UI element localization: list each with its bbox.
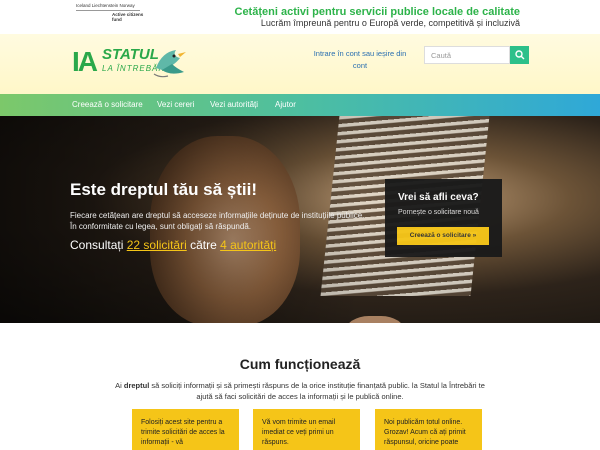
new-request-card: Vrei să afli ceva? Pornește o solicitare… — [385, 179, 502, 257]
site-header: IA STATUL LA ÎNTREBĂRI Intrare în cont s… — [0, 34, 600, 94]
sponsor-divider — [76, 10, 140, 11]
description-bold: dreptul — [123, 381, 150, 390]
step-text: Folosiți acest site pentru a trimite sol… — [141, 419, 225, 446]
sponsor-fund: Active citizens fund — [112, 12, 144, 22]
hero-title: Este dreptul tău să știi! — [70, 180, 258, 199]
step-text: Noi publicăm totul online. Grozav! Acum … — [384, 419, 466, 446]
hero-stats: Consultați 22 solicitări către 4 autorit… — [70, 238, 276, 252]
login-link[interactable]: Intrare în cont sau ieșire din cont — [312, 48, 408, 72]
nav-help[interactable]: Ajutor — [275, 100, 296, 109]
nav-view-authorities[interactable]: Vezi autorități — [210, 100, 258, 109]
site-logo[interactable]: IA STATUL LA ÎNTREBĂRI — [72, 42, 192, 84]
stats-authorities-link[interactable]: 4 autorități — [220, 238, 276, 252]
hero-text: Fiecare cetățean are dreptul să acceseze… — [70, 211, 365, 231]
card-subtitle: Pornește o solicitare nouă — [398, 209, 479, 216]
search-button[interactable] — [510, 46, 529, 64]
funding-subtitle: Lucrăm împreună pentru o Europă verde, c… — [260, 18, 520, 28]
description-prefix: Ai — [115, 381, 122, 390]
search-icon — [515, 50, 525, 60]
how-it-works-section: Cum funcționează Ai dreptul să soliciți … — [0, 323, 600, 450]
bird-logo-icon — [153, 50, 186, 78]
section-title: Cum funcționează — [239, 356, 361, 372]
funding-title: Cetățeni activi pentru servicii publice … — [234, 6, 521, 18]
step-text: Vă vom trimite un email imediat ce veți … — [262, 419, 336, 446]
nav-view-requests[interactable]: Vezi cereri — [157, 100, 194, 109]
stats-prefix: Consultați — [70, 238, 124, 252]
nav-create-request[interactable]: Creează o solicitare — [72, 100, 143, 109]
step-card: Noi publicăm totul online. Grozav! Acum … — [375, 409, 482, 450]
search-input[interactable] — [424, 46, 510, 64]
logo-ia: IA — [72, 46, 98, 77]
stats-requests-link[interactable]: 22 solicitări — [127, 238, 187, 252]
sponsor-logo: Iceland Liechtenstein Norway Active citi… — [76, 3, 146, 29]
card-title: Vrei să afli ceva? — [398, 192, 479, 203]
section-description: Ai dreptul să soliciți informații și să … — [110, 380, 490, 402]
description-rest: să soliciți informații și să primești ră… — [151, 381, 485, 401]
hero-section: Este dreptul tău să știi! Fiecare cetățe… — [0, 116, 600, 323]
sponsor-countries: Iceland Liechtenstein Norway — [76, 3, 135, 8]
main-nav: Creează o solicitare Vezi cereri Vezi au… — [0, 94, 600, 116]
step-card: Vă vom trimite un email imediat ce veți … — [253, 409, 360, 450]
funding-bar: Iceland Liechtenstein Norway Active citi… — [0, 0, 600, 34]
stats-middle: către — [190, 238, 217, 252]
step-card: Folosiți acest site pentru a trimite sol… — [132, 409, 239, 450]
create-request-button[interactable]: Creează o solicitare » — [397, 227, 489, 245]
